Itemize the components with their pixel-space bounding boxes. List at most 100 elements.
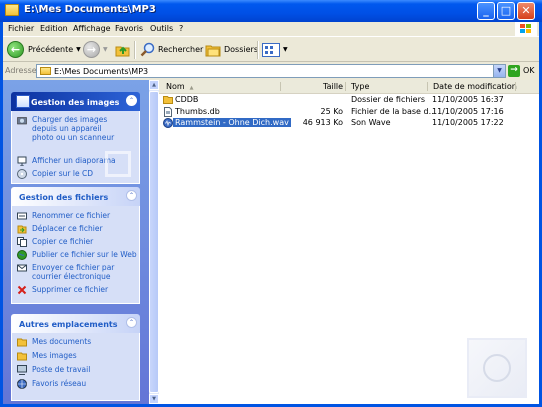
files-panel-title: Gestion des fichiers [19,193,109,202]
go-button[interactable]: OK [523,66,535,75]
task-label: Copier sur le CD [32,169,93,178]
collapse-chevron-icon[interactable]: ⌃ [126,95,137,106]
task-rename[interactable]: Renommer ce fichier [17,211,110,221]
task-copy[interactable]: Copier ce fichier [17,237,93,247]
column-type[interactable]: Type [351,82,369,91]
task-label: Supprimer ce fichier [32,285,109,294]
file-row[interactable]: CDDB Dossier de fichiers 11/10/2005 16:3… [159,94,539,106]
file-type: Son Wave [351,118,391,127]
task-label: Charger des images depuis un appareil ph… [32,115,115,142]
views-icon [262,42,280,57]
places-panel-header[interactable]: Autres emplacements ⌃ [11,314,140,333]
images-panel-title: Gestion des images [31,98,120,107]
menu-favoris[interactable]: Favoris [115,24,143,33]
address-input[interactable]: E:\Mes Documents\MP3 ▼ [36,64,506,78]
task-label: Afficher un diaporama [32,156,116,165]
folders-button[interactable]: Dossiers [205,40,258,59]
menu-edition[interactable]: Edition [40,24,68,33]
task-publish-web[interactable]: Publier ce fichier sur le Web [17,250,137,260]
minimize-button[interactable]: _ [477,2,495,20]
toolbar-separator [257,41,259,59]
file-list[interactable]: Nom ▲ Taille Type Date de modification CD… [159,80,539,404]
column-separator[interactable] [280,82,281,91]
column-separator[interactable] [427,82,428,91]
up-folder-icon [115,43,131,57]
file-name: Rammstein - Ohne Dich.wav [173,118,291,127]
chevron-down-icon: ▼ [76,46,81,53]
move-icon [17,224,27,234]
menu-affichage[interactable]: Affichage [73,24,111,33]
files-panel: Gestion des fichiers ⌃ Renommer ce fichi… [11,187,140,304]
network-icon [17,379,27,389]
close-button[interactable]: ✕ [517,2,535,20]
address-value: E:\Mes Documents\MP3 [54,67,149,76]
task-label: Renommer ce fichier [32,211,111,220]
column-size[interactable]: Taille [323,82,343,91]
folder-icon [17,351,27,361]
menu-outils[interactable]: Outils [150,24,173,33]
task-copy-cd[interactable]: Copier sur le CD [17,169,93,179]
column-name[interactable]: Nom ▲ [166,82,194,91]
title-bar[interactable]: E:\Mes Documents\MP3 _ □ ✕ [0,0,542,22]
place-label: Mes images [32,351,77,360]
file-date: 11/10/2005 17:22 [432,118,504,127]
views-button[interactable]: ▼ [262,40,288,59]
column-separator[interactable] [515,82,516,91]
places-panel-body: Mes documents Mes images Poste de travai… [11,333,140,401]
folder-icon [40,67,51,75]
slideshow-icon [17,156,27,167]
forward-button[interactable]: → ▼ [83,40,108,59]
menu-help[interactable]: ? [179,24,183,33]
scroll-down-icon[interactable]: ▼ [149,394,159,404]
menu-fichier[interactable]: Fichier [8,24,34,33]
task-move[interactable]: Déplacer ce fichier [17,224,103,234]
place-my-documents[interactable]: Mes documents [17,337,91,347]
task-label: Déplacer ce fichier [32,224,103,233]
files-panel-body: Renommer ce fichier Déplacer ce fichier … [11,206,140,304]
column-separator[interactable] [345,82,346,91]
rename-icon [17,211,27,221]
folder-icon [17,337,27,347]
chevron-down-icon[interactable]: ▼ [493,65,505,77]
files-panel-header[interactable]: Gestion des fichiers ⌃ [11,187,140,206]
camera-watermark-icon [105,151,131,177]
task-delete[interactable]: Supprimer ce fichier [17,285,108,295]
camera-icon [17,115,27,125]
places-panel-title: Autres emplacements [19,320,118,329]
images-panel-header[interactable]: Gestion des images ⌃ [11,92,140,111]
collapse-chevron-icon[interactable]: ⌃ [126,190,137,201]
search-button[interactable]: Rechercher [140,40,203,59]
folders-label: Dossiers [224,45,258,54]
scroll-thumb[interactable] [149,91,159,393]
place-my-computer[interactable]: Poste de travail [17,365,90,375]
computer-icon [17,365,27,375]
task-slideshow[interactable]: Afficher un diaporama [17,156,116,167]
file-row-selected[interactable]: Rammstein - Ohne Dich.wav 46 913 Ko Son … [159,117,539,129]
task-email[interactable]: Envoyer ce fichier par courrier électron… [17,263,117,281]
folder-icon [163,95,173,104]
back-button[interactable]: ← Précédente ▼ [7,40,81,59]
go-arrow-icon[interactable]: → [508,65,520,77]
task-load-images[interactable]: Charger des images depuis un appareil ph… [17,115,117,142]
windows-flag-icon [520,24,532,34]
place-label: Favoris réseau [32,379,87,388]
explorer-window: E:\Mes Documents\MP3 _ □ ✕ Fichier Editi… [0,0,542,407]
db-file-icon [163,107,173,117]
place-label: Mes documents [32,337,92,346]
column-date[interactable]: Date de modification [433,82,517,91]
place-network[interactable]: Favoris réseau [17,379,86,389]
task-pane-scrollbar[interactable]: ▲ ▼ [149,80,159,404]
up-folder-button[interactable] [115,40,131,59]
place-my-pictures[interactable]: Mes images [17,351,77,361]
wave-file-icon [163,118,173,128]
task-label: Copier ce fichier [32,237,94,246]
scroll-up-icon[interactable]: ▲ [149,80,159,90]
sort-ascending-icon: ▲ [189,85,194,91]
collapse-chevron-icon[interactable]: ⌃ [126,317,137,328]
images-panel-body: Charger des images depuis un appareil ph… [11,111,140,184]
file-size: 25 Ko [320,107,343,116]
maximize-button[interactable]: □ [497,2,515,20]
task-pane: Gestion des images ⌃ Charger des images … [3,80,149,404]
file-size: 46 913 Ko [302,118,343,127]
places-panel: Autres emplacements ⌃ Mes documents Mes … [11,314,140,401]
